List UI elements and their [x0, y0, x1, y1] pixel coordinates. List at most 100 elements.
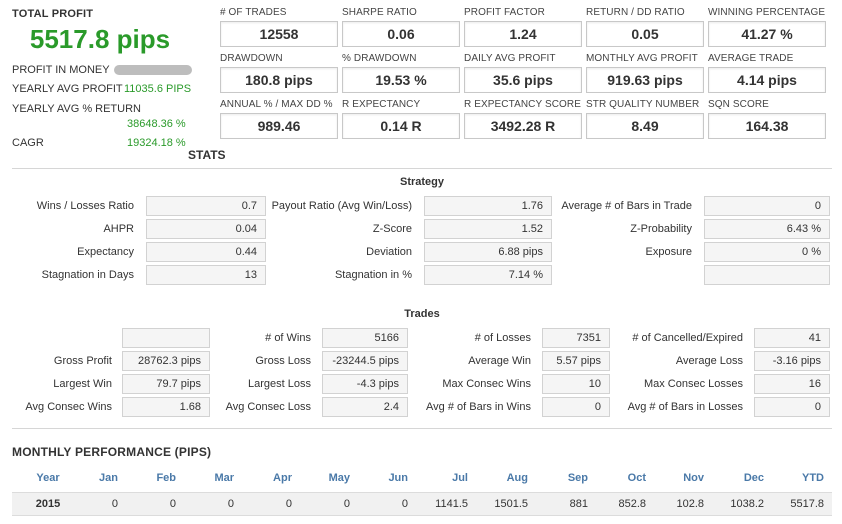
monthly-header-cell: Dec	[743, 472, 764, 484]
strategy-title: Strategy	[399, 176, 445, 188]
strategy-stat-label: Expectancy	[77, 246, 134, 258]
total-profit-label: TOTAL PROFIT	[12, 8, 94, 20]
monthly-value-cell: 0	[343, 498, 350, 510]
trades-title: Trades	[404, 308, 440, 320]
strategy-stat-value: 0.04	[146, 219, 266, 239]
trades-stat-label: Average Win	[468, 355, 531, 367]
trades-stat-value: 79.7 pips	[122, 374, 210, 394]
strategy-stat-value	[704, 265, 830, 285]
trades-stat-label: Avg # of Bars in Wins	[426, 401, 531, 413]
monthly-value-cell: 852.8	[618, 498, 646, 510]
trades-divider	[12, 428, 832, 429]
metric-value: 0.05	[586, 21, 704, 47]
strategy-stat-value: 6.43 %	[704, 219, 830, 239]
metric-value: 919.63 pips	[586, 67, 704, 93]
monthly-header-cell: YTD	[802, 472, 824, 484]
strategy-stat-value: 1.52	[424, 219, 552, 239]
trades-stat-label: Avg Consec Loss	[225, 401, 311, 413]
monthly-value-cell: 1141.5	[435, 498, 468, 510]
trades-stat-label: # of Cancelled/Expired	[632, 332, 743, 344]
trades-stat-label: Avg # of Bars in Losses	[627, 401, 743, 413]
strategy-stat-value: 7.14 %	[424, 265, 552, 285]
summary-panel: TOTAL PROFIT 5517.8 pips PROFIT IN MONEY…	[0, 0, 200, 160]
monthly-header-cell: Jul	[452, 472, 468, 484]
metric-label: PROFIT FACTOR	[464, 7, 545, 18]
trades-stat-value: -3.16 pips	[754, 351, 830, 371]
yearly-avg-profit-value: 11035.6 PIPS	[124, 83, 192, 95]
strategy-stat-label: Exposure	[645, 246, 692, 258]
trades-stat-value: 7351	[542, 328, 610, 348]
trades-stat-label: # of Losses	[474, 332, 531, 344]
metric-label: # OF TRADES	[220, 7, 287, 18]
metric-card: WINNING PERCENTAGE 41.27 %	[708, 7, 830, 47]
trades-stat-value: -4.3 pips	[322, 374, 408, 394]
monthly-header-cell: May	[328, 472, 350, 484]
strategy-stat-label: Stagnation in %	[334, 269, 412, 281]
strategy-stat-label: Average # of Bars in Trade	[561, 200, 692, 212]
monthly-header-cell: Apr	[273, 472, 292, 484]
metric-label: AVERAGE TRADE	[708, 53, 794, 64]
monthly-header-cell: Mar	[214, 472, 234, 484]
trades-stat-label: Largest Win	[53, 378, 112, 390]
trades-stat-value: 28762.3 pips	[122, 351, 210, 371]
monthly-header-cell: Nov	[683, 472, 704, 484]
strategy-stat-label: AHPR	[103, 223, 134, 235]
cagr-value: 19324.18 %	[127, 137, 186, 149]
metric-label: % DRAWDOWN	[342, 53, 417, 64]
metric-label: WINNING PERCENTAGE	[708, 7, 826, 18]
trades-stat-value: 1.68	[122, 397, 210, 417]
strategy-stat-label: Z-Score	[372, 223, 412, 235]
metric-value: 12558	[220, 21, 338, 47]
monthly-header-cell: Sep	[567, 472, 588, 484]
strategy-stat-value: 0	[704, 196, 830, 216]
monthly-value-cell: 0	[285, 498, 292, 510]
trades-stat-value: 41	[754, 328, 830, 348]
total-profit-value: 5517.8 pips	[29, 24, 171, 54]
strategy-stat-value: 0.44	[146, 242, 266, 262]
monthly-header-cell: Aug	[506, 472, 528, 484]
monthly-header-cell: Oct	[627, 472, 646, 484]
metric-value: 0.14 R	[342, 113, 460, 139]
strategy-stat-label: Stagnation in Days	[41, 269, 134, 281]
strategy-stat-label: Z-Probability	[630, 223, 692, 235]
metric-value: 0.06	[342, 21, 460, 47]
metric-value: 35.6 pips	[464, 67, 582, 93]
metric-card: DAILY AVG PROFIT 35.6 pips	[464, 53, 586, 93]
strategy-stat-label: Wins / Losses Ratio	[36, 200, 134, 212]
metric-value: 19.53 %	[342, 67, 460, 93]
monthly-value-cell: 0	[401, 498, 408, 510]
monthly-performance-heading: MONTHLY PERFORMANCE (PIPS)	[12, 445, 212, 459]
monthly-value-cell: 1038.2	[730, 498, 764, 510]
trades-stat-label: # of Wins	[265, 332, 311, 344]
trades-stat-value: 0	[754, 397, 830, 417]
trades-stat-value: 2.4	[322, 397, 408, 417]
trades-stat-value: 5.57 pips	[542, 351, 610, 371]
metric-value: 989.46	[220, 113, 338, 139]
trades-stat-label: Avg Consec Wins	[25, 401, 112, 413]
metric-label: MONTHLY AVG PROFIT	[586, 53, 698, 64]
monthly-value-cell: 102.8	[676, 498, 704, 510]
trades-stat-label: Max Consec Losses	[643, 378, 743, 390]
metric-value: 8.49	[586, 113, 704, 139]
strategy-stat-label: Deviation	[366, 246, 412, 258]
metric-card: MONTHLY AVG PROFIT 919.63 pips	[586, 53, 708, 93]
metric-card: RETURN / DD RATIO 0.05	[586, 7, 708, 47]
monthly-header-cell: Jun	[388, 472, 408, 484]
cagr-label: CAGR	[12, 137, 44, 149]
monthly-value-cell: 5517.8	[790, 498, 824, 510]
metric-card: SHARPE RATIO 0.06	[342, 7, 464, 47]
trades-stat-value: 16	[754, 374, 830, 394]
yearly-avg-return-value: 38648.36 %	[127, 118, 186, 130]
metric-card: R EXPECTANCY 0.14 R	[342, 99, 464, 139]
metric-card: STR QUALITY NUMBER 8.49	[586, 99, 708, 139]
metric-label: STR QUALITY NUMBER	[586, 99, 700, 110]
yearly-avg-profit-label: YEARLY AVG PROFIT	[12, 83, 123, 95]
trades-stat-value: 5166	[322, 328, 408, 348]
monthly-value-cell: 881	[569, 498, 588, 510]
metric-card: % DRAWDOWN 19.53 %	[342, 53, 464, 93]
trades-stat-value: -23244.5 pips	[322, 351, 408, 371]
metric-card: # OF TRADES 12558	[220, 7, 342, 47]
strategy-stat-value: 13	[146, 265, 266, 285]
metric-label: DRAWDOWN	[220, 53, 283, 64]
metric-card: R EXPECTANCY SCORE 3492.28 R	[464, 99, 586, 139]
